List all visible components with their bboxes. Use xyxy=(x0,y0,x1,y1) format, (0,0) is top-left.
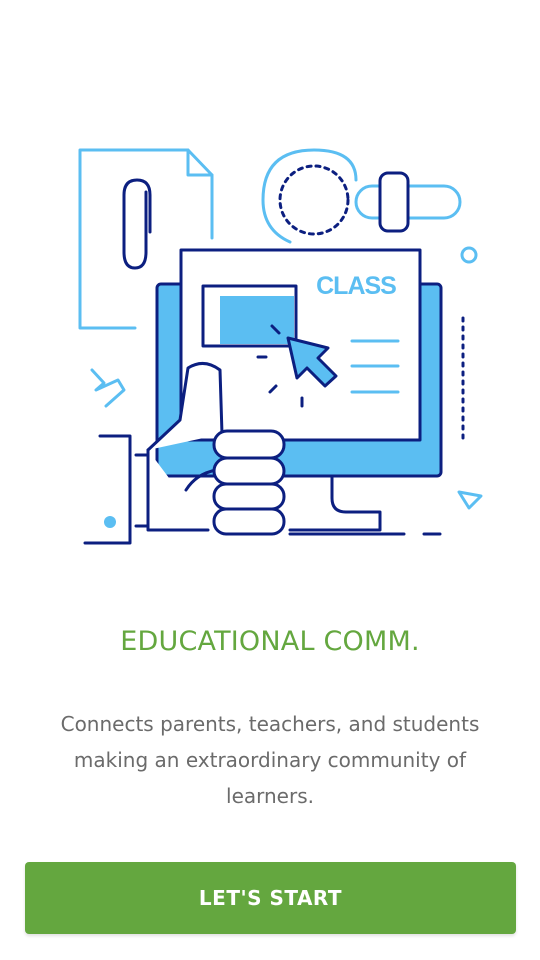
onboarding-screen: CLASS EDUCATIONAL COMM. Connects parents… xyxy=(0,0,540,960)
class-board-label: CLASS xyxy=(316,272,396,300)
sleeve-icon xyxy=(83,434,150,545)
circle-decoration-icon xyxy=(460,246,478,264)
lightning-decoration-icon xyxy=(90,368,126,408)
onboarding-title: EDUCATIONAL COMM. xyxy=(120,626,420,657)
onboarding-description: Connects parents, teachers, and students… xyxy=(60,712,480,808)
magnifier-icon xyxy=(261,148,462,244)
paperclip-icon xyxy=(122,178,152,270)
start-button[interactable]: LET'S START xyxy=(25,862,516,934)
education-illustration: CLASS xyxy=(78,148,483,545)
triangle-decoration-icon xyxy=(457,490,483,510)
